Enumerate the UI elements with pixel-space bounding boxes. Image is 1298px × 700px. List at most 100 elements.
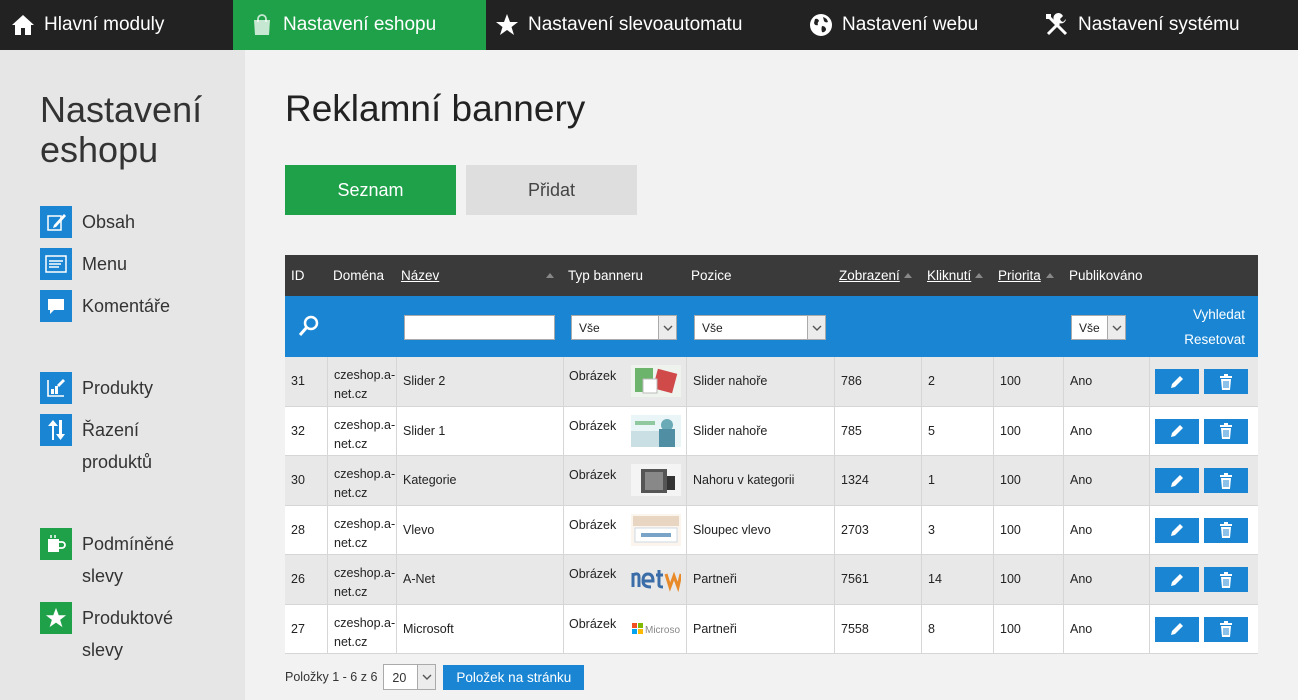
conditional-discount-icon	[40, 528, 72, 560]
tab-system-settings[interactable]: Nastavení systému	[1034, 0, 1298, 50]
search-link[interactable]: Vyhledat	[1193, 307, 1245, 322]
list-tab-button[interactable]: Seznam	[285, 165, 456, 215]
table-header: ID Doména Název Typ banneru Pozice Zobra…	[285, 255, 1258, 296]
sidebar-item-product-sorting[interactable]: Řazení produktů	[40, 414, 192, 478]
sidebar-item-products[interactable]: Produkty	[40, 372, 192, 404]
tab-main-modules[interactable]: Hlavní moduly	[0, 0, 233, 50]
edit-button[interactable]	[1155, 517, 1199, 543]
banner-thumbnail	[631, 513, 681, 546]
delete-button[interactable]	[1204, 616, 1248, 642]
items-per-page-button[interactable]: Položek na stránku	[443, 664, 585, 690]
tab-label: Nastavení eshopu	[283, 14, 437, 35]
position-filter-select[interactable]: Vše	[694, 315, 826, 340]
sidebar-item-label: Produktové slevy	[82, 608, 174, 660]
edit-button[interactable]	[1155, 616, 1199, 642]
cell-published: Ano	[1070, 522, 1093, 537]
delete-button[interactable]	[1204, 517, 1248, 543]
pencil-icon	[1171, 623, 1183, 635]
search-icon	[297, 314, 321, 343]
home-icon	[10, 12, 36, 38]
cell-id: 32	[291, 423, 305, 438]
cell-id: 31	[291, 374, 305, 388]
cell-published: Ano	[1070, 572, 1093, 586]
sidebar-item-conditional-discounts[interactable]: Podmíněné slevy	[40, 528, 192, 592]
reset-link[interactable]: Resetovat	[1184, 332, 1245, 347]
edit-button[interactable]	[1155, 468, 1199, 493]
sort-arrow-icon	[1046, 273, 1054, 278]
edit-button[interactable]	[1155, 369, 1199, 394]
header-clicks-sort[interactable]: Kliknutí	[927, 255, 971, 296]
edit-button[interactable]	[1155, 418, 1199, 444]
delete-button[interactable]	[1204, 567, 1248, 592]
delete-button[interactable]	[1204, 418, 1248, 444]
header-type: Typ banneru	[568, 268, 644, 283]
cell-published: Ano	[1070, 423, 1093, 438]
banner-thumbnail	[631, 563, 681, 595]
sort-arrow-icon	[904, 273, 912, 278]
cell-published: Ano	[1070, 473, 1093, 487]
cell-priority: 100	[1000, 374, 1021, 388]
cell-clicks: 2	[928, 374, 935, 388]
page-size-select[interactable]: 20	[383, 664, 437, 690]
chevron-down-icon	[417, 665, 436, 689]
cell-position: Slider nahoře	[693, 423, 768, 438]
cell-id: 26	[291, 572, 305, 586]
tab-eshop-settings[interactable]: Nastavení eshopu	[233, 0, 486, 50]
type-filter-select[interactable]: Vše	[571, 315, 677, 340]
cell-priority: 100	[1000, 522, 1021, 537]
table-row: 27 czeshop.a-net.cz Microsoft Obrázek Mi…	[285, 604, 1258, 654]
delete-button[interactable]	[1204, 369, 1248, 394]
cell-domain: czeshop.a-net.cz	[334, 417, 396, 451]
menu-icon	[40, 248, 72, 280]
banners-table: ID Doména Název Typ banneru Pozice Zobra…	[285, 255, 1258, 654]
cell-domain: czeshop.a-net.cz	[334, 615, 396, 649]
header-views-sort[interactable]: Zobrazení	[839, 255, 900, 296]
chevron-down-icon	[1107, 316, 1125, 339]
sidebar-item-content[interactable]: Obsah	[40, 206, 192, 238]
cell-name: Microsoft	[403, 621, 454, 636]
table-row: 30 czeshop.a-net.cz Kategorie Obrázek Na…	[285, 456, 1258, 506]
add-tab-button[interactable]: Přidat	[466, 165, 637, 215]
edit-content-icon	[40, 206, 72, 238]
select-value: Vše	[702, 321, 723, 335]
name-filter-input[interactable]	[404, 315, 555, 340]
header-priority-sort[interactable]: Priorita	[998, 255, 1041, 296]
cell-name: Vlevo	[403, 522, 435, 537]
cell-priority: 100	[1000, 572, 1021, 586]
tab-label: Nastavení webu	[842, 14, 979, 35]
sidebar: Nastavení eshopu Obsah Menu Komentáře Pr…	[0, 50, 245, 700]
pager-info: Položky 1 - 6 z 6	[285, 670, 378, 684]
select-value: Vše	[579, 321, 600, 335]
tab-discount-settings[interactable]: Nastavení slevoautomatu	[486, 0, 798, 50]
header-id: ID	[291, 268, 305, 283]
sidebar-item-comments[interactable]: Komentáře	[40, 290, 192, 322]
cell-name: Kategorie	[403, 473, 457, 487]
tab-label: Nastavení systému	[1078, 14, 1240, 35]
sidebar-item-product-discounts[interactable]: Produktové slevy	[40, 602, 192, 666]
cell-clicks: 3	[928, 522, 935, 537]
cell-clicks: 14	[928, 572, 942, 586]
page-title: Reklamní bannery	[285, 88, 586, 129]
tab-web-settings[interactable]: Nastavení webu	[798, 0, 1034, 50]
sidebar-item-menu[interactable]: Menu	[40, 248, 192, 280]
star-icon	[40, 602, 72, 634]
header-name-sort[interactable]: Název	[401, 255, 439, 296]
cell-domain: czeshop.a-net.cz	[334, 467, 396, 500]
cell-position: Nahoru v kategorii	[693, 473, 795, 487]
cell-priority: 100	[1000, 423, 1021, 438]
main-content: Reklamní bannery Seznam Přidat ID Doména…	[245, 50, 1298, 700]
cell-type: Obrázek	[569, 517, 617, 532]
sidebar-item-label: Obsah	[82, 212, 136, 232]
cell-name: Slider 2	[403, 374, 446, 388]
trash-icon	[1220, 472, 1232, 489]
tab-label: Nastavení slevoautomatu	[528, 14, 743, 35]
sidebar-item-label: Podmíněné slevy	[82, 534, 175, 586]
edit-button[interactable]	[1155, 567, 1199, 592]
sort-arrow-icon	[975, 273, 983, 278]
pencil-icon	[1171, 524, 1183, 536]
table-row: 31 czeshop.a-net.cz Slider 2 Obrázek Sli…	[285, 357, 1258, 407]
chevron-down-icon	[658, 316, 676, 339]
delete-button[interactable]	[1204, 468, 1248, 493]
published-filter-select[interactable]: Vše	[1071, 315, 1126, 340]
select-value: 20	[392, 671, 407, 685]
